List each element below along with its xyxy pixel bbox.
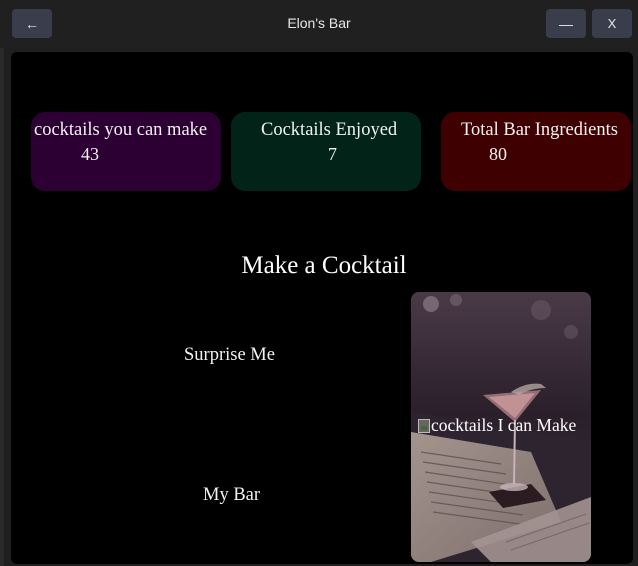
broken-image-icon [418, 418, 430, 433]
stat-value: 80 [489, 144, 507, 164]
my-bar-button[interactable]: My Bar [203, 485, 260, 506]
stat-label: Total Bar Ingredients [461, 120, 618, 140]
section-heading: Make a Cocktail [241, 252, 407, 279]
stat-card-enjoyed: Cocktails Enjoyed 7 [231, 112, 421, 191]
title-bar: ← Elon's Bar — X [0, 0, 638, 48]
main-panel: cocktails you can make 43 Cocktails Enjo… [11, 52, 633, 564]
stat-value: 43 [81, 144, 99, 164]
stat-card-total-ingredients: Total Bar Ingredients 80 [441, 112, 631, 191]
cocktails-i-can-make-tile[interactable]: cocktails I can Make [411, 292, 591, 562]
tile-label-text: cocktails I can Make [431, 415, 577, 435]
stat-label: cocktails you can make [34, 120, 208, 140]
surprise-me-button[interactable]: Surprise Me [184, 345, 275, 366]
minimize-button[interactable]: — [546, 9, 586, 38]
tile-label: cocktails I can Make [418, 415, 576, 436]
stat-card-can-make: cocktails you can make 43 [31, 112, 221, 191]
stat-label: Cocktails Enjoyed [261, 120, 398, 140]
window-edge [0, 0, 4, 566]
close-button[interactable]: X [592, 9, 632, 38]
window-title: Elon's Bar [287, 15, 351, 31]
stat-value: 7 [328, 144, 337, 164]
